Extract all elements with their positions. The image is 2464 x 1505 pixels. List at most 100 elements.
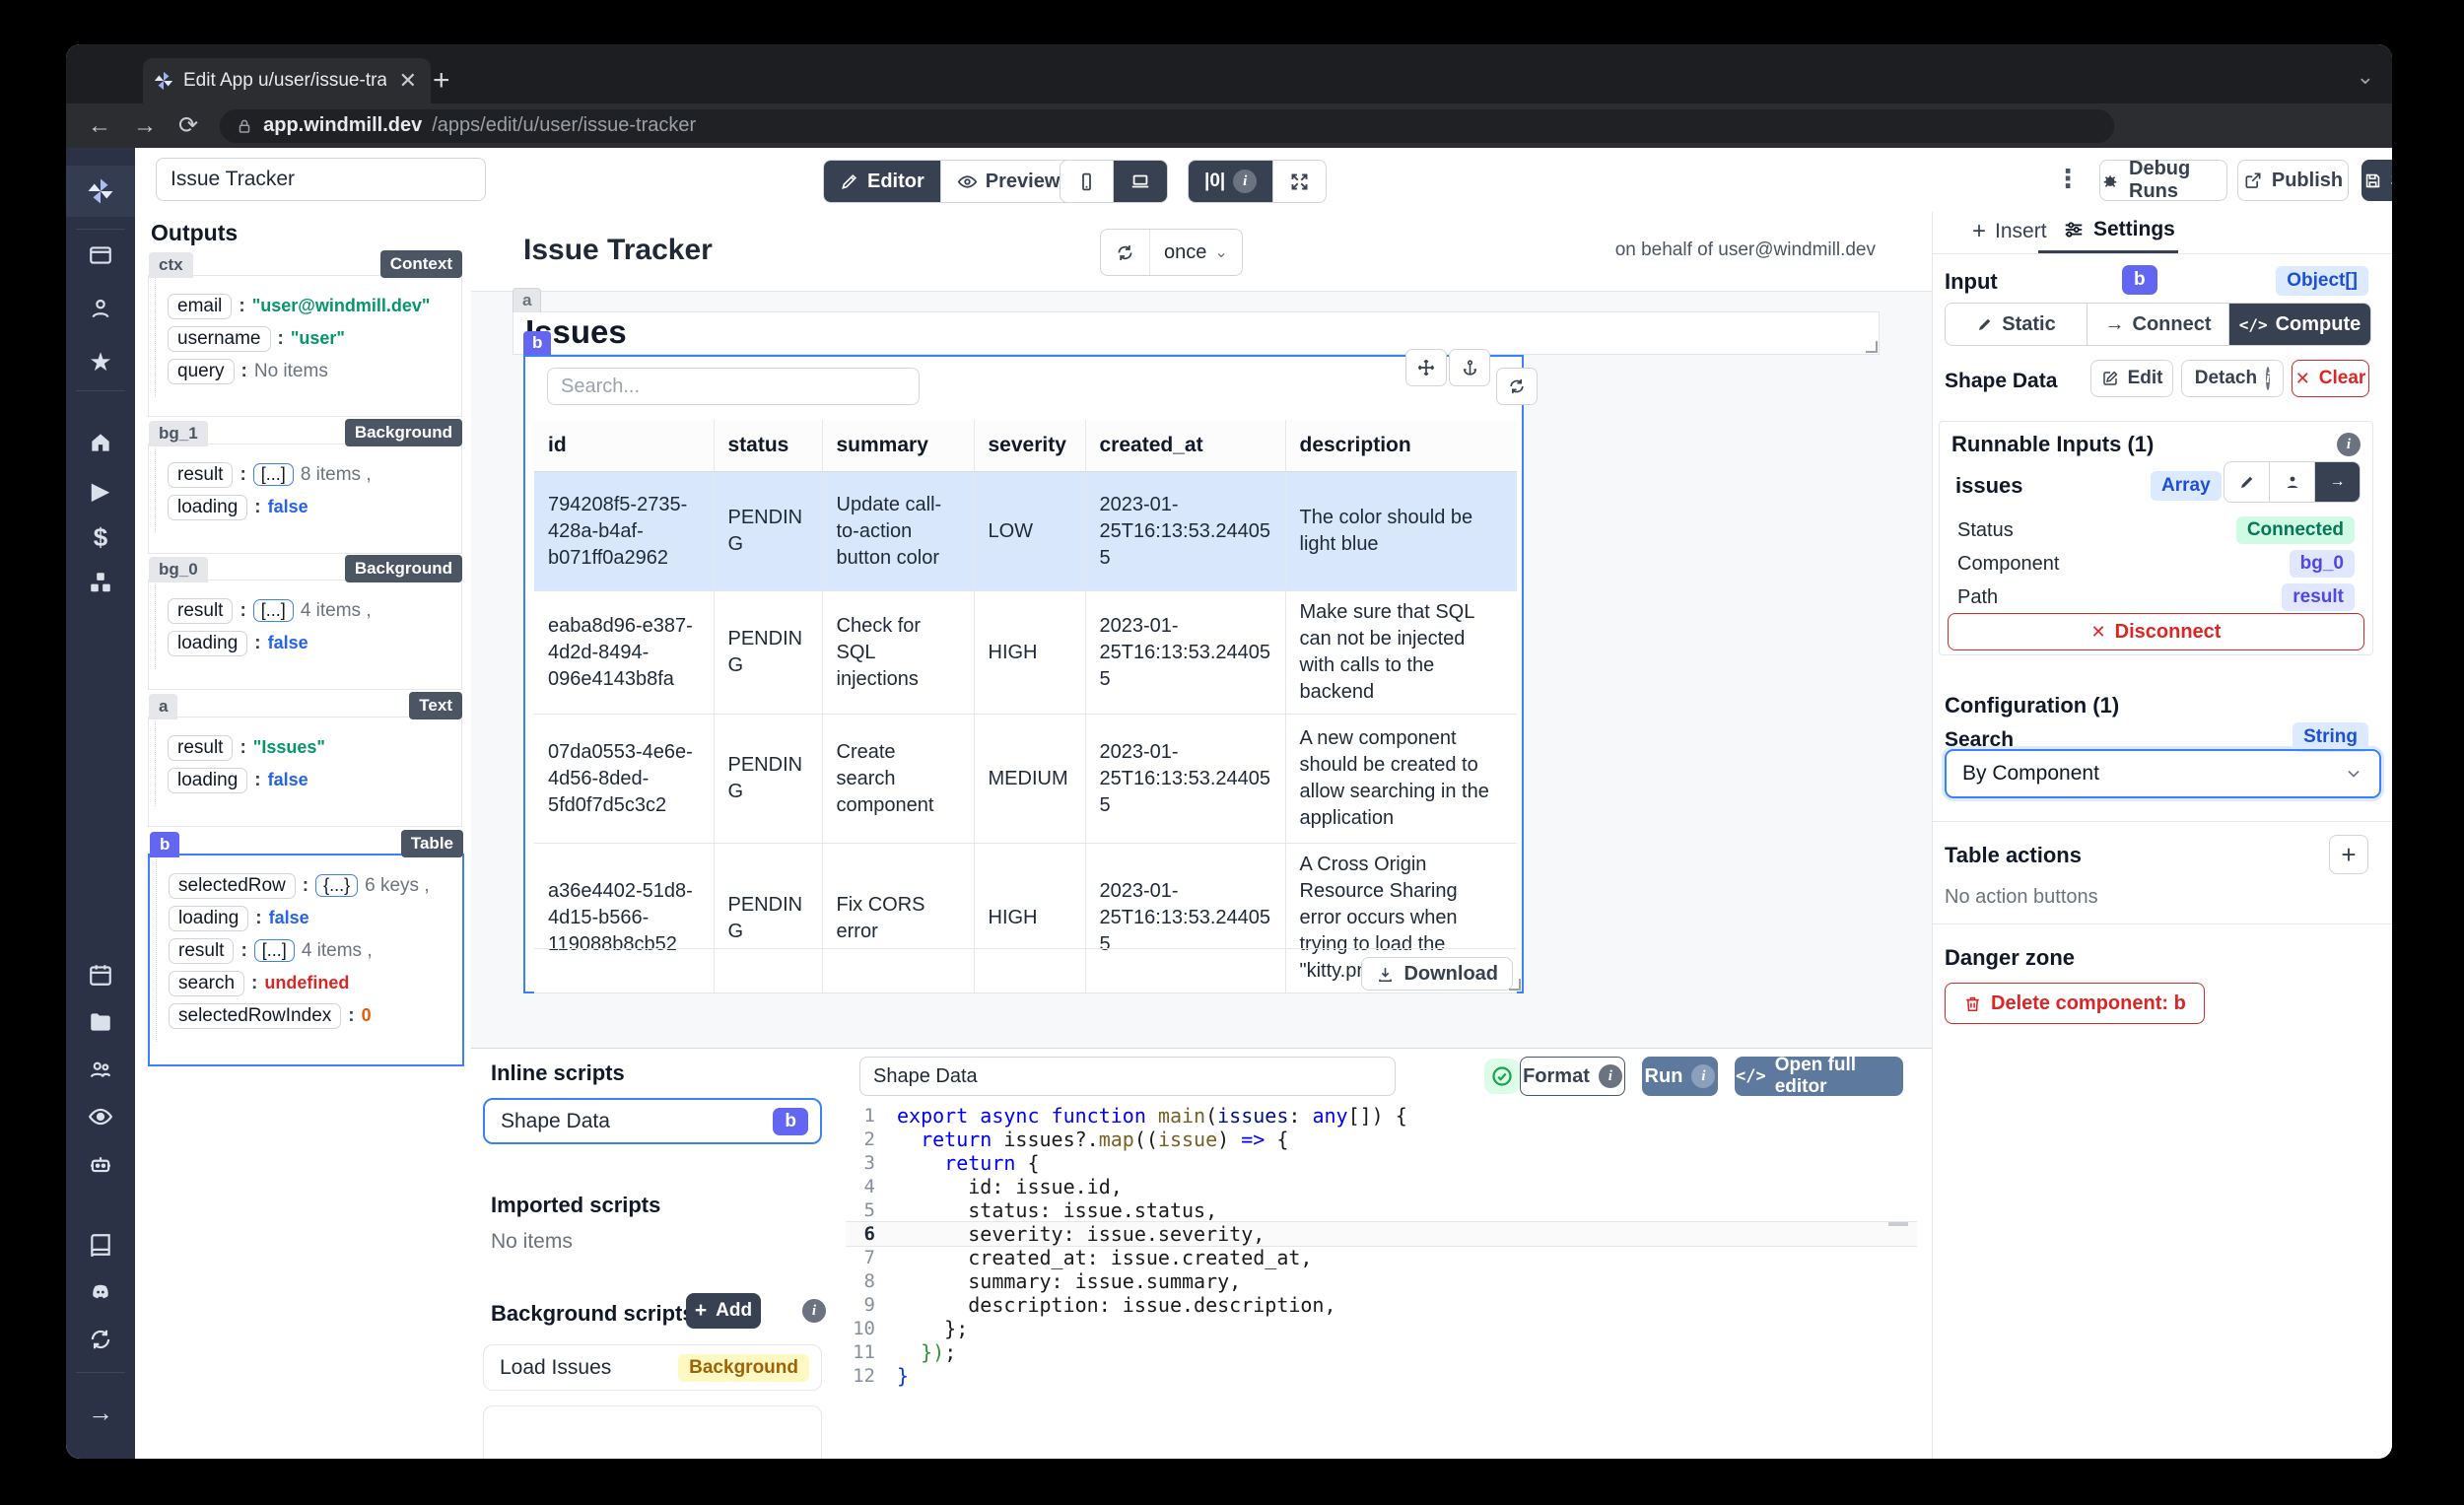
search-mode-select[interactable]: By Component (1945, 749, 2381, 798)
address-bar[interactable]: app.windmill.dev/apps/edit/u/user/issue-… (220, 108, 2115, 143)
disconnect-button[interactable]: ✕ Disconnect (1948, 613, 2364, 650)
background-script-item-partial[interactable] (483, 1405, 822, 1459)
column-header[interactable]: status (714, 420, 823, 472)
clear-button[interactable]: ✕ Clear (2292, 360, 2369, 397)
user-input-button[interactable] (2270, 462, 2315, 502)
tab-close-icon[interactable]: ✕ (395, 68, 421, 94)
output-row[interactable]: email: "user@windmill.dev" (168, 290, 451, 322)
detach-button[interactable]: Detach i (2181, 360, 2284, 397)
publish-button[interactable]: Publish (2237, 160, 2349, 201)
desktop-view-button[interactable] (1114, 161, 1167, 202)
column-header[interactable]: summary (822, 420, 975, 472)
open-full-editor-button[interactable]: </> Open full editor (1735, 1055, 1903, 1097)
output-row[interactable]: selectedRowIndex:0 (169, 999, 452, 1032)
schedules-calendar-icon[interactable] (66, 962, 135, 988)
refresh-icon[interactable] (1101, 230, 1149, 275)
workers-robot-icon[interactable] (66, 1151, 135, 1177)
output-section-bg_0[interactable]: bg_0 Background result: [...] 4 items , loa… (148, 555, 462, 690)
table-refresh-button[interactable] (1496, 368, 1538, 405)
format-button[interactable]: Format i (1520, 1057, 1625, 1096)
add-action-button[interactable]: + (2329, 835, 2368, 874)
output-section-ctx[interactable]: ctx Context email: "user@windmill.dev" use… (148, 250, 462, 417)
back-icon[interactable]: ← (88, 112, 111, 140)
anchor-icon[interactable] (1449, 349, 1490, 386)
output-row[interactable]: loading: false (168, 491, 451, 523)
reload-icon[interactable]: ⟳ (178, 111, 198, 140)
output-row[interactable]: result: [...] 8 items , (168, 458, 451, 491)
tab-list-chevron-icon[interactable]: ⌄ (2357, 64, 2374, 90)
collapse-arrow-icon[interactable]: → (66, 1398, 135, 1428)
debug-runs-button[interactable]: Debug Runs (2099, 158, 2227, 202)
sync-icon[interactable] (66, 1327, 135, 1352)
text-component-a[interactable]: a Issues (513, 288, 1880, 355)
app-name-input[interactable] (156, 158, 486, 201)
table-search-input[interactable] (547, 368, 920, 405)
variables-dollar-icon[interactable]: $ (66, 522, 135, 553)
connect-arrow-button[interactable]: → (2315, 462, 2360, 502)
mobile-view-button[interactable] (1061, 161, 1114, 202)
output-row[interactable]: search: undefined (169, 967, 452, 999)
download-button[interactable]: Download (1361, 957, 1513, 991)
tab-insert[interactable]: + Insert (1972, 218, 2047, 245)
resize-handle[interactable] (1509, 979, 1521, 991)
static-pencil-button[interactable] (2224, 462, 2270, 502)
output-section-b[interactable]: b Table selectedRow: {...} 6 keys , loading… (148, 830, 464, 1066)
add-background-script-button[interactable]: + Add (686, 1293, 761, 1329)
audit-eye-icon[interactable] (66, 1104, 135, 1129)
editor-tab[interactable]: Editor (824, 161, 941, 202)
scripts-list: Inline scripts Shape Data b Imported scri… (471, 1049, 846, 1459)
preview-tab[interactable]: Preview (941, 161, 1076, 202)
refresh-mode-select[interactable]: once ⌄ (1150, 230, 1242, 275)
column-header[interactable]: id (534, 420, 715, 472)
mode-connect-button[interactable]: → Connect (2088, 304, 2229, 345)
background-script-item[interactable]: Load Issues Background (483, 1344, 822, 1391)
runs-play-icon[interactable]: ▶ (66, 477, 135, 506)
output-row[interactable]: loading: false (169, 902, 452, 934)
table-component-b[interactable]: b id statu (523, 331, 1538, 993)
inline-script-item[interactable]: Shape Data b (483, 1098, 822, 1144)
more-menu-icon[interactable]: ⋮ (2055, 164, 2083, 194)
tab-settings[interactable]: Settings (2063, 218, 2175, 241)
windmill-logo[interactable] (66, 166, 135, 217)
docs-book-icon[interactable] (66, 1232, 135, 1258)
column-header[interactable]: created_at (1085, 420, 1286, 472)
column-header[interactable]: severity (974, 420, 1086, 472)
fullscreen-button[interactable] (1273, 161, 1326, 202)
new-tab-button[interactable]: + (433, 66, 450, 96)
discord-icon[interactable] (66, 1279, 135, 1305)
apps-icon[interactable] (66, 242, 135, 268)
delete-component-button[interactable]: Delete component: b (1945, 983, 2205, 1024)
mode-static-button[interactable]: Static (1946, 304, 2088, 345)
resize-handle[interactable] (1866, 341, 1878, 353)
output-section-bg_1[interactable]: bg_1 Background result: [...] 8 items , loa… (148, 419, 462, 554)
script-name-input[interactable] (859, 1057, 1396, 1096)
output-row[interactable]: result: "Issues" (168, 731, 451, 764)
output-row[interactable]: username: "user" (168, 322, 451, 355)
output-row[interactable]: result: [...] 4 items , (169, 934, 452, 967)
favorites-star-icon[interactable]: ★ (66, 347, 135, 377)
debug-outputs-button[interactable]: |0| i (1189, 161, 1274, 202)
resources-icon[interactable] (66, 570, 135, 595)
edit-button[interactable]: Edit (2090, 360, 2173, 397)
groups-icon[interactable] (66, 1057, 135, 1082)
table-row[interactable]: 07da0553-4e6e-4d56-8ded-5fd0f7d5c3c2 PEND… (534, 714, 1517, 844)
output-row[interactable]: loading: false (168, 627, 451, 659)
table-row-selected[interactable]: 794208f5-2735-428a-b4af-b071ff0a2962 PEND… (534, 471, 1517, 591)
output-row[interactable]: selectedRow: {...} 6 keys , (169, 869, 452, 902)
code-area[interactable]: 1 export async function main(issues: any[… (846, 1104, 1917, 1388)
column-header[interactable]: description (1285, 420, 1517, 472)
save-button[interactable]: Save (2361, 160, 2392, 201)
table-row[interactable]: eaba8d96-e387-4d2d-8494-096e4143b8fa PEND… (534, 590, 1517, 715)
output-section-a[interactable]: a Text result: "Issues" loading: false (148, 692, 462, 827)
user-icon[interactable] (66, 296, 135, 321)
browser-tab[interactable]: Edit App u/user/issue-tracker | ✕ (143, 58, 431, 103)
mode-compute-button[interactable]: </> Compute (2229, 304, 2370, 345)
output-row[interactable]: result: [...] 4 items , (168, 594, 451, 627)
move-handle[interactable] (1405, 349, 1447, 386)
run-button[interactable]: Run i (1642, 1057, 1718, 1096)
home-icon[interactable] (66, 430, 135, 455)
output-row[interactable]: query: No items (168, 355, 451, 387)
output-row[interactable]: loading: false (168, 764, 451, 796)
forward-icon[interactable]: → (133, 112, 157, 140)
folders-icon[interactable] (66, 1009, 135, 1035)
